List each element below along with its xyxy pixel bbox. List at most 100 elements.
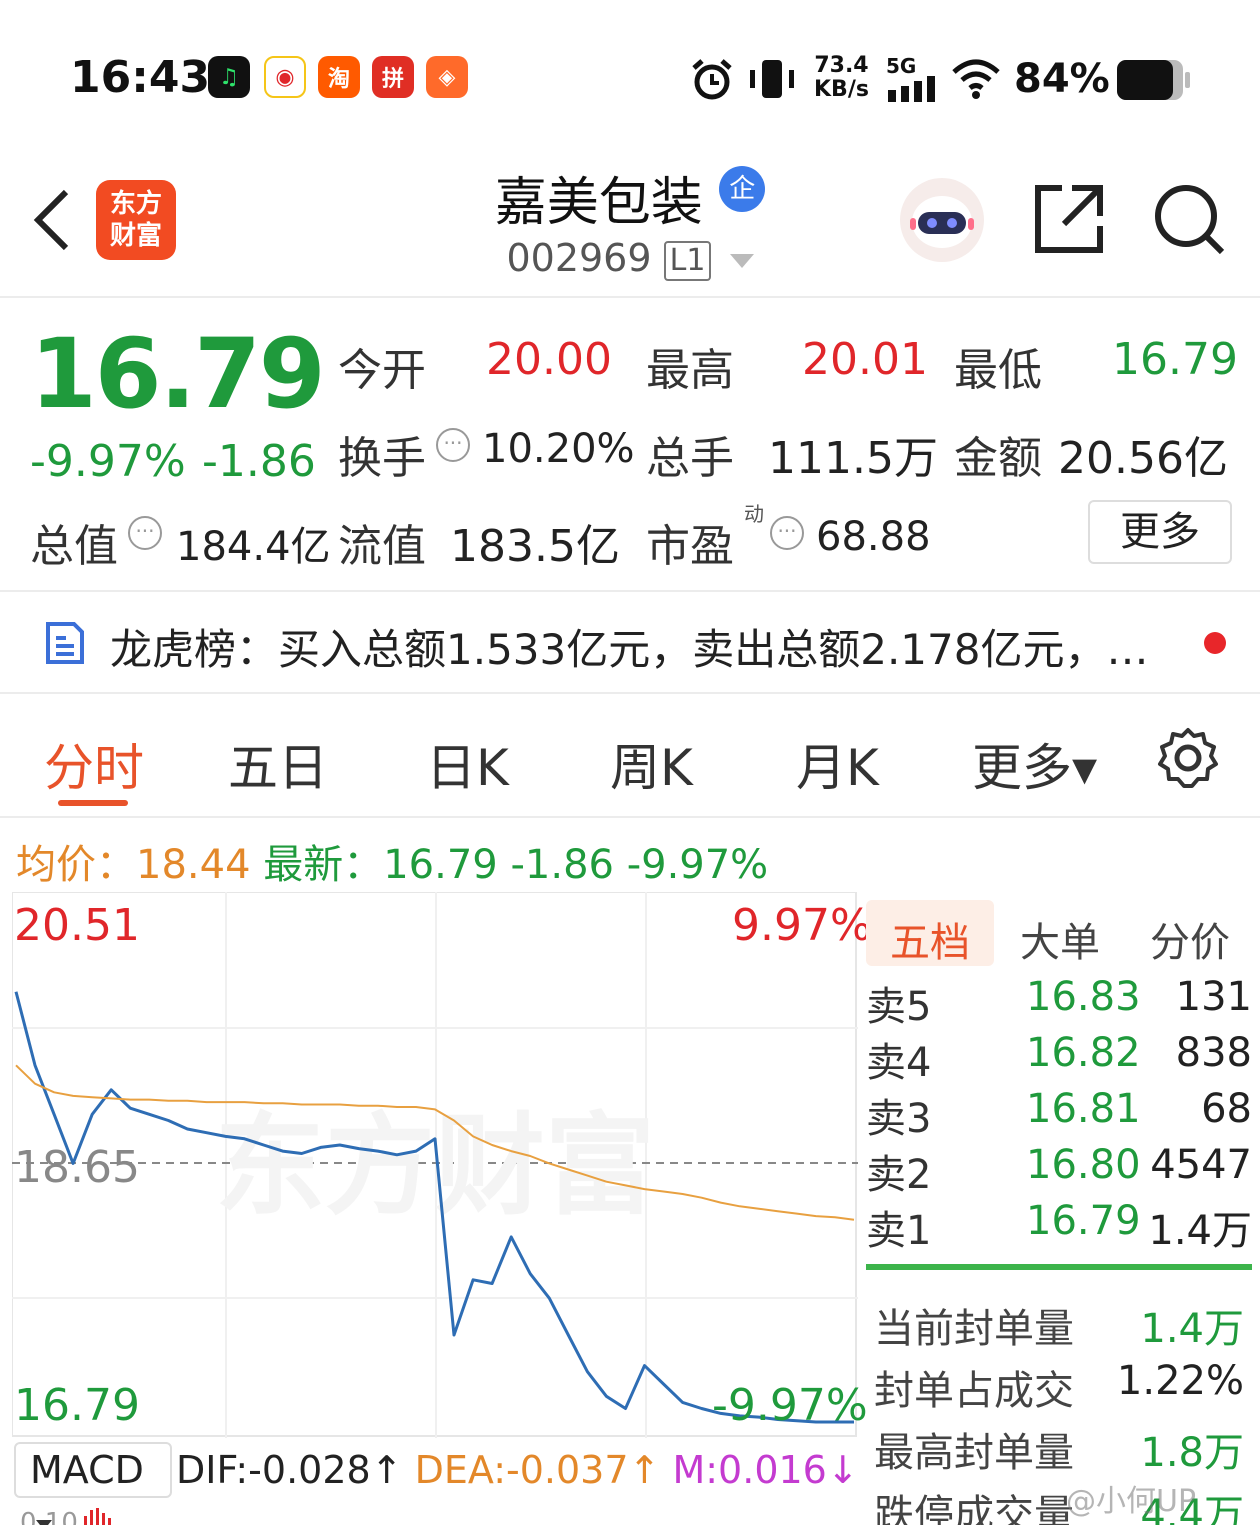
macd-bar: [102, 1513, 105, 1525]
macd-axis-value: 0.10: [20, 1508, 78, 1525]
stat-value: 1.22%: [1116, 1358, 1244, 1404]
vibrate-icon: [750, 60, 794, 98]
signal-bars-icon: [888, 76, 935, 102]
ask-price: 16.81: [1026, 1086, 1141, 1132]
info-icon[interactable]: ···: [436, 428, 470, 462]
search-icon[interactable]: [1152, 182, 1228, 258]
ask-volume: 131: [1175, 974, 1252, 1020]
stock-code: 002969: [506, 236, 652, 280]
intraday-chart[interactable]: 东方财富 20.51 9.97% 18.65 16.79 -9.97%: [11, 891, 872, 1438]
ask-volume: 1.4万: [1148, 1208, 1252, 1254]
network-speed: 73.4 KB/s: [814, 53, 869, 102]
macd-dif: DIF:-0.028: [176, 1448, 371, 1492]
info-icon[interactable]: ···: [128, 516, 162, 550]
bottom-price-label: 16.79: [14, 1380, 140, 1431]
depth-divider: [866, 1264, 1252, 1270]
signal-type: 5G: [886, 54, 917, 78]
other-app-icon: ◈: [426, 56, 468, 98]
indicator-label: MACD: [30, 1448, 144, 1492]
corner-watermark: @小何UP: [1066, 1484, 1197, 1519]
ask-row: 卖1 16.79 1.4万: [866, 1198, 1252, 1254]
high-value: 20.01: [802, 334, 928, 385]
macd-bar: [84, 1516, 87, 1525]
enterprise-badge-icon: 企: [719, 166, 766, 212]
dea-arrow: ↑: [628, 1448, 661, 1492]
stat-label: 最高封单量: [874, 1430, 1074, 1476]
chart-watermark: 东方财富: [215, 1102, 655, 1230]
ask-row: 卖2 16.80 4547: [866, 1142, 1252, 1198]
latest-change-pct: -9.97%: [626, 842, 769, 888]
tab-big-orders[interactable]: 大单: [1020, 910, 1100, 968]
float-cap-label: 流值: [338, 521, 426, 572]
battery-icon: [1117, 60, 1190, 100]
tab-intraday[interactable]: 分时: [44, 728, 144, 800]
stat-value: 1.4万: [1140, 1306, 1244, 1352]
ask-label: 卖1: [866, 1208, 932, 1254]
ask-price: 16.80: [1026, 1142, 1141, 1188]
notice-text: 龙虎榜：买入总额1.533亿元，卖出总额2.178亿元，…: [110, 625, 1149, 674]
pe-label: 市盈: [646, 521, 734, 572]
macd-values: DIF:-0.028↑ DEA:-0.037↑ M:0.016↓: [176, 1448, 859, 1492]
gear-icon[interactable]: [1156, 726, 1220, 790]
ask-label: 卖3: [866, 1096, 932, 1142]
volume-label: 总手: [646, 433, 734, 484]
macd-m: M:0.016: [672, 1448, 827, 1492]
ask-label: 卖5: [866, 984, 932, 1030]
battery-percent: 84%: [1014, 56, 1110, 102]
status-bar: 16:43 ♫ ◉ 淘 拼 ◈ 73.4 KB/s 5G 84%: [0, 0, 1260, 150]
unread-dot: [1204, 632, 1226, 654]
open-label: 今开: [338, 345, 426, 396]
ask-volume: 838: [1175, 1030, 1252, 1076]
tab-more[interactable]: 更多▾: [972, 728, 1097, 800]
ask-price: 16.79: [1026, 1198, 1141, 1244]
latest-value: 16.79: [383, 842, 498, 888]
amount-value: 20.56亿: [1058, 433, 1228, 484]
ai-assistant-icon[interactable]: [898, 176, 986, 264]
divider: [0, 296, 1260, 298]
volume-value: 111.5万: [768, 433, 938, 484]
ask-row: 卖5 16.83 131: [866, 974, 1252, 1030]
top-pct-label: 9.97%: [732, 900, 872, 951]
tab-order-book[interactable]: 五档: [890, 910, 970, 968]
share-icon[interactable]: [1032, 182, 1106, 256]
market-cap-label: 总值: [30, 521, 118, 572]
change-percent: -9.97%: [30, 436, 186, 487]
tab-weekly-k[interactable]: 周K: [610, 728, 693, 800]
ask-price: 16.82: [1026, 1030, 1141, 1076]
avg-label: 均价：: [16, 842, 136, 888]
more-button[interactable]: 更多: [1088, 500, 1232, 564]
level-badge: L1: [663, 240, 712, 281]
low-label: 最低: [954, 345, 1042, 396]
info-icon[interactable]: ···: [770, 516, 804, 550]
turnover-value: 10.20%: [482, 426, 635, 472]
stat-value: 1.8万: [1140, 1430, 1244, 1476]
stat-label: 封单占成交: [874, 1368, 1074, 1414]
ask-volume: 68: [1201, 1086, 1252, 1132]
intraday-info-line: 均价：18.44 最新：16.79 -1.86 -9.97%: [16, 832, 768, 890]
amount-label: 金额: [954, 433, 1042, 484]
m-arrow: ↓: [826, 1448, 859, 1492]
current-price: 16.79: [30, 318, 326, 430]
macd-histogram: [84, 1508, 114, 1525]
ask-volume: 4547: [1150, 1142, 1252, 1188]
ask-label: 卖2: [866, 1152, 932, 1198]
change-amount: -1.86: [202, 436, 316, 487]
market-cap-value: 184.4亿: [176, 524, 331, 570]
ask-label: 卖4: [866, 1040, 932, 1086]
avg-value: 18.44: [136, 842, 251, 888]
latest-change: -1.86: [510, 842, 614, 888]
turnover-label: 换手: [338, 433, 426, 484]
wifi-icon: [952, 59, 1000, 99]
tab-price-dist[interactable]: 分价: [1150, 910, 1230, 968]
alarm-icon: [692, 59, 732, 100]
tab-monthly-k[interactable]: 月K: [796, 728, 879, 800]
document-icon: [46, 622, 84, 664]
stat-label: 跌停成交量: [874, 1492, 1074, 1525]
latest-label: 最新：: [263, 842, 384, 888]
macd-bar: [108, 1518, 111, 1525]
tab-five-day[interactable]: 五日: [228, 728, 328, 800]
tab-daily-k[interactable]: 日K: [426, 728, 509, 800]
stock-name: 嘉美包装: [494, 173, 703, 233]
ask-price: 16.83: [1026, 974, 1141, 1020]
indicator-selector[interactable]: MACD: [14, 1442, 172, 1525]
